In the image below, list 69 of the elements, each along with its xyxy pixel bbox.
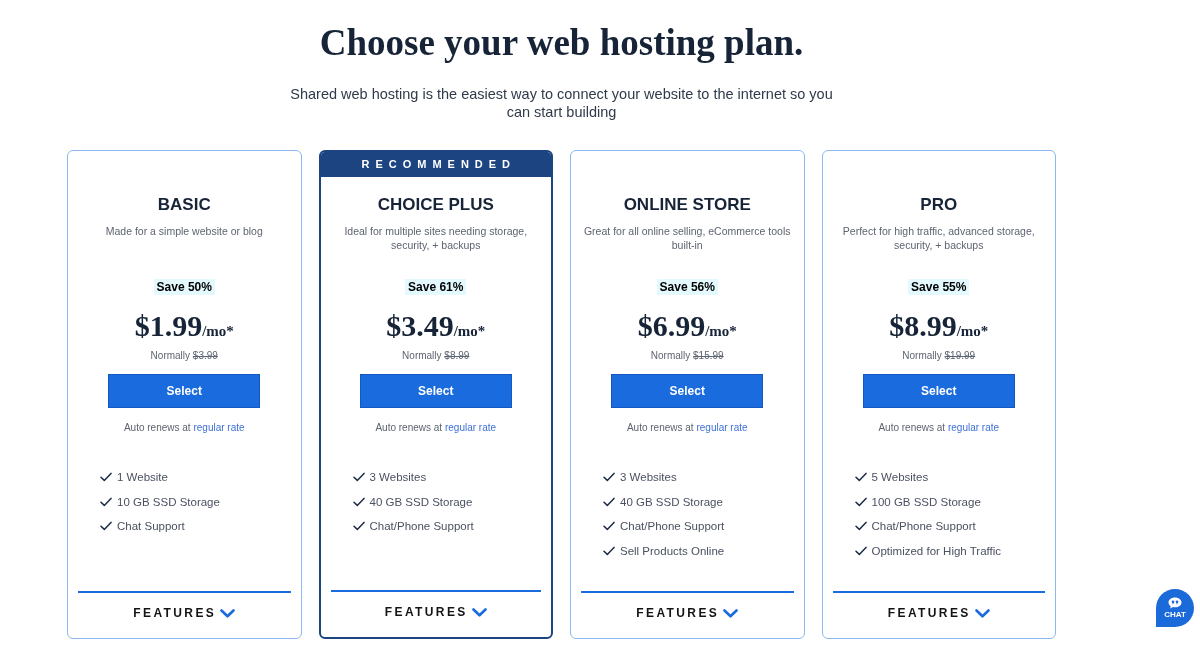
- check-icon: [100, 521, 112, 532]
- renewal-note: Auto renews at regular rate: [123, 421, 245, 435]
- plan-description: Perfect for high traffic, advanced storage, security, + backups: [842, 225, 1035, 251]
- regular-price-note: Normally $8.99: [402, 349, 470, 363]
- check-icon: [603, 496, 615, 507]
- regular-rate-link[interactable]: regular rate: [444, 422, 497, 433]
- check-icon: [854, 521, 867, 532]
- feature-text: 3 Websites: [620, 470, 677, 485]
- page-subheading: Shared web hosting is the easiest way to connect your website to the internet so you can start building: [289, 85, 834, 121]
- check-icon: [603, 546, 615, 557]
- feature-text: Chat Support: [117, 519, 185, 534]
- renewal-note: Auto renews at regular rate: [626, 421, 748, 435]
- savings-label: Save 50%: [153, 279, 215, 295]
- feature-text: Optimized for High Traffic: [871, 544, 1002, 559]
- check-icon: [100, 496, 112, 507]
- features-toggle[interactable]: FEATURES: [636, 603, 739, 623]
- feature-text: Chat/Phone Support: [369, 519, 474, 534]
- check-icon: [603, 521, 615, 532]
- regular-rate-link[interactable]: regular rate: [696, 422, 748, 433]
- plan-description: Great for all online selling, eCommerce tools built-in: [583, 225, 791, 251]
- plan-price: $1.99/mo*: [134, 309, 234, 344]
- page-heading: Choose your web hosting plan.: [318, 23, 805, 63]
- feature-text: 3 Websites: [369, 470, 427, 485]
- feature-text: Chat/Phone Support: [620, 519, 725, 534]
- select-button[interactable]: Select: [862, 374, 1015, 408]
- feature-text: Chat/Phone Support: [871, 519, 976, 534]
- chat-button[interactable]: CHAT: [1156, 589, 1194, 627]
- feature-text: 5 Websites: [871, 470, 929, 485]
- features-toggle[interactable]: FEATURES: [133, 603, 236, 623]
- feature-text: Sell Products Online: [620, 544, 725, 559]
- feature-text: 40 GB SSD Storage: [620, 494, 723, 509]
- plan-description: Made for a simple website or blog: [105, 225, 263, 237]
- regular-price-note: Normally $3.99: [150, 349, 218, 363]
- plan-name: PRO: [920, 194, 958, 216]
- check-icon: [603, 472, 615, 483]
- plan-price: $6.99/mo*: [637, 309, 737, 344]
- regular-price-note: Normally $15.99: [650, 349, 724, 363]
- plan-price: $3.49/mo*: [386, 309, 486, 344]
- check-icon: [854, 472, 867, 483]
- plan-price: $8.99/mo*: [889, 309, 989, 344]
- savings-label: Save 61%: [405, 279, 467, 295]
- select-button[interactable]: Select: [611, 374, 764, 408]
- plan-name: BASIC: [157, 194, 211, 216]
- select-button[interactable]: Select: [108, 374, 261, 408]
- check-icon: [100, 472, 112, 483]
- recommended-ribbon: RECOMMENDED: [320, 152, 551, 177]
- regular-rate-link[interactable]: regular rate: [947, 422, 1000, 433]
- savings-label: Save 55%: [908, 279, 970, 295]
- check-icon: [352, 521, 365, 532]
- features-toggle[interactable]: FEATURES: [887, 603, 990, 623]
- regular-rate-link[interactable]: regular rate: [193, 422, 245, 433]
- feature-text: 40 GB SSD Storage: [369, 494, 473, 509]
- check-icon: [352, 472, 365, 483]
- savings-label: Save 56%: [656, 279, 718, 295]
- plan-name: ONLINE STORE: [623, 194, 751, 216]
- features-toggle[interactable]: FEATURES: [384, 602, 487, 622]
- regular-price-note: Normally $19.99: [902, 349, 976, 363]
- renewal-note: Auto renews at regular rate: [878, 421, 1000, 435]
- speech-bubble-icon: [1168, 597, 1182, 609]
- select-button[interactable]: Select: [359, 374, 512, 408]
- plan-name: CHOICE PLUS: [377, 194, 494, 216]
- check-icon: [352, 496, 365, 507]
- renewal-note: Auto renews at regular rate: [375, 421, 497, 435]
- feature-text: 10 GB SSD Storage: [117, 494, 220, 509]
- check-icon: [854, 496, 867, 507]
- check-icon: [854, 546, 867, 557]
- feature-text: 1 Website: [117, 470, 168, 485]
- plan-description: Ideal for multiple sites needing storage, security, + backups: [344, 225, 528, 251]
- feature-text: 100 GB SSD Storage: [871, 494, 981, 509]
